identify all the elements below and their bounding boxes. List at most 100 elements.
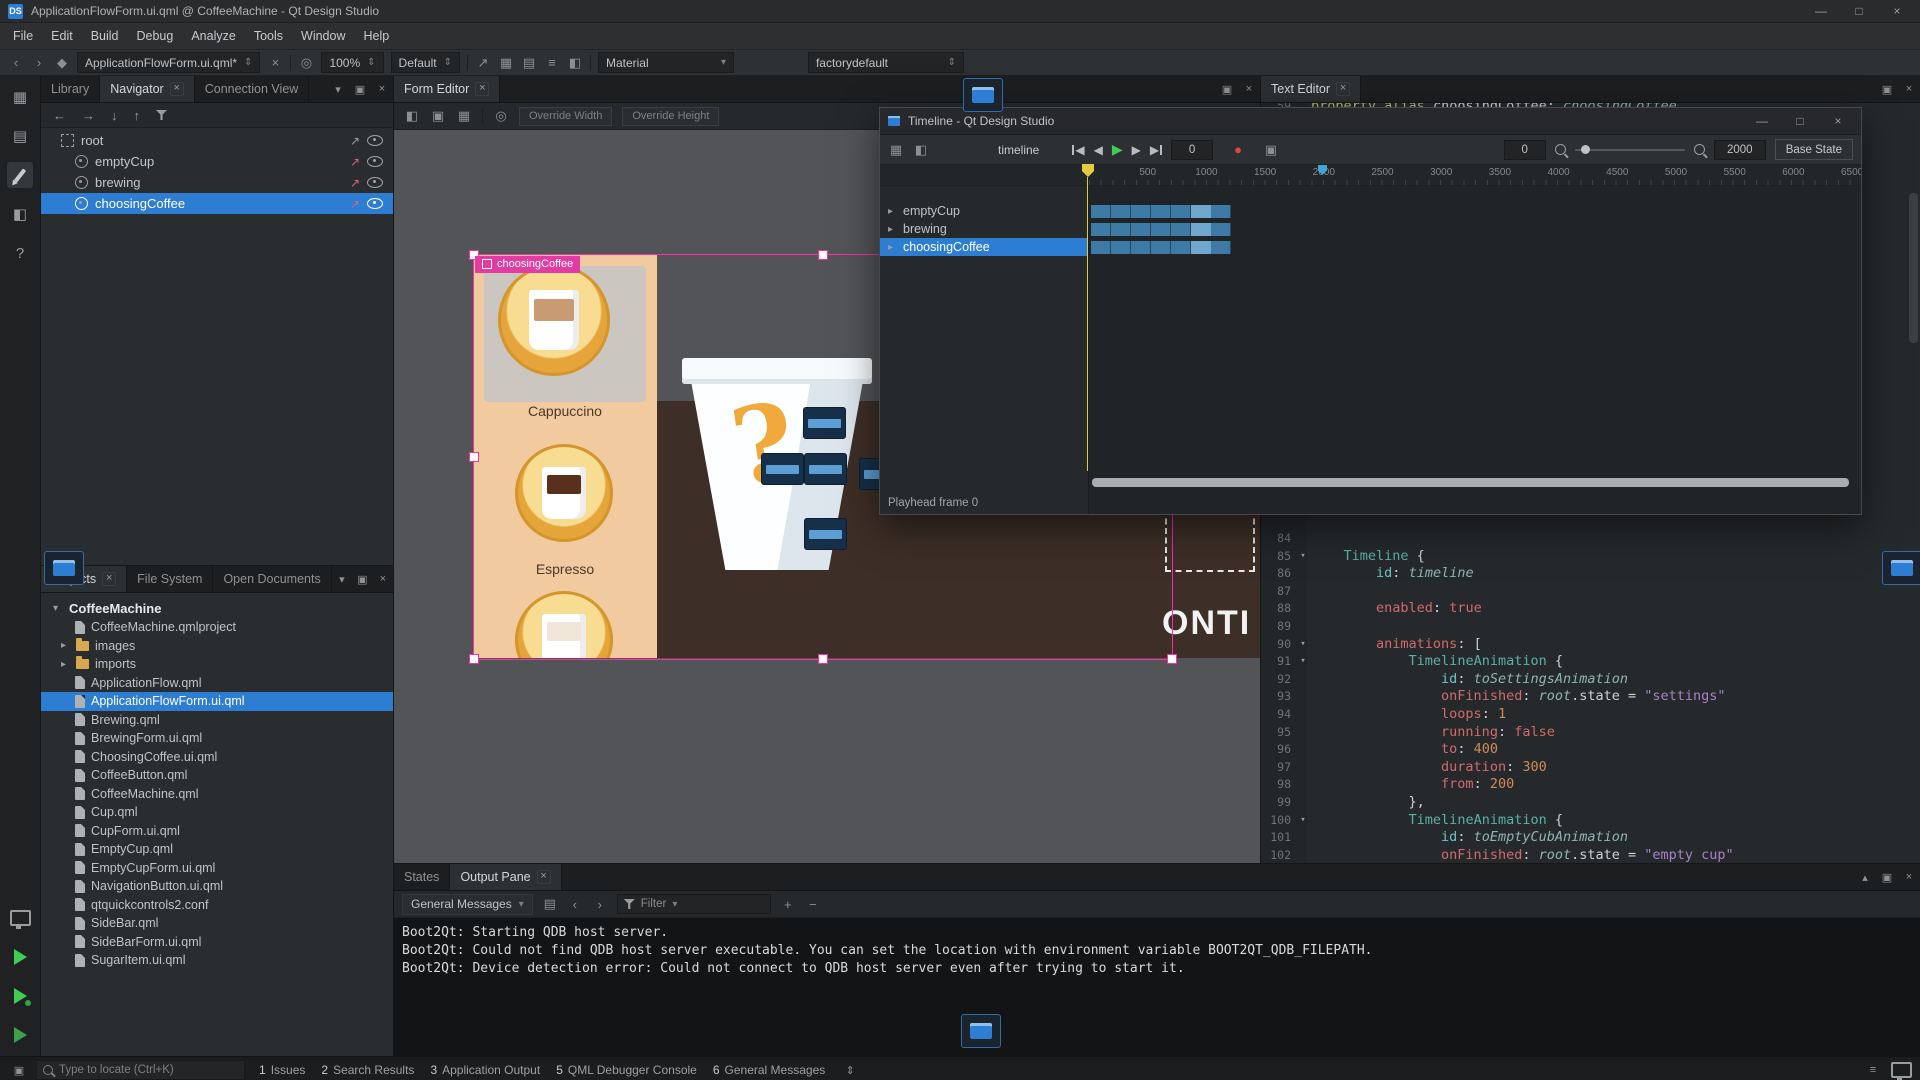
style-selector[interactable]: Default ⇕ <box>391 52 460 73</box>
clear-output-icon[interactable]: ▤ <box>542 896 558 912</box>
timeline-track-choosingcoffee[interactable]: ▸choosingCoffee <box>880 238 1088 256</box>
selection-handle[interactable] <box>818 654 828 664</box>
timeline-settings-icon[interactable]: ▦ <box>888 142 904 158</box>
navigator-tab-connection-view[interactable]: Connection View <box>195 76 310 102</box>
minimize-button[interactable]: — <box>1747 114 1777 128</box>
sort-icon[interactable]: ⇕ <box>839 1064 861 1077</box>
project-file-sugaritem-ui-qml[interactable]: SugarItem.ui.qml <box>41 951 393 970</box>
fold-marker-icon[interactable]: ▾ <box>1295 548 1311 566</box>
close-tab-icon[interactable]: × <box>537 870 551 884</box>
prev-item-icon[interactable]: ‹ <box>567 897 583 912</box>
material-selector[interactable]: Material ▾ <box>598 52 734 73</box>
menu-debug[interactable]: Debug <box>128 29 183 43</box>
close-tab-icon[interactable]: × <box>102 572 116 586</box>
code-line-94[interactable]: 94 loops: 1 <box>1261 706 1906 724</box>
code-line-98[interactable]: 98 from: 200 <box>1261 776 1906 794</box>
help-icon[interactable]: ? <box>7 240 33 266</box>
status-button-qml-debugger-console[interactable]: 5QML Debugger Console <box>548 1063 705 1077</box>
zoom-in-output-button[interactable]: + <box>780 897 796 912</box>
code-line-97[interactable]: 97 duration: 300 <box>1261 759 1906 777</box>
menu-build[interactable]: Build <box>82 29 128 43</box>
code-line-86[interactable]: 86 id: timeline <box>1261 565 1906 583</box>
status-button-issues[interactable]: 1Issues <box>251 1063 313 1077</box>
code-line-85[interactable]: 85▾ Timeline { <box>1261 548 1906 566</box>
project-file-images[interactable]: ▸images <box>41 637 393 656</box>
to-end-button[interactable]: ▶ <box>1150 143 1162 157</box>
navigator-item-root[interactable]: root↗ <box>41 130 393 151</box>
navigator-tab-library[interactable]: Library <box>41 76 100 102</box>
snap-icon[interactable]: ≡ <box>544 55 560 70</box>
navigator-item-emptycup[interactable]: emptyCup↗ <box>41 151 393 172</box>
code-line-95[interactable]: 95 running: false <box>1261 724 1906 742</box>
tools-icon[interactable]: ◧ <box>7 201 33 227</box>
loop-count-field[interactable]: 0 <box>1504 140 1546 160</box>
lines-icon[interactable]: ≡ <box>1862 1064 1884 1076</box>
timeline-lane-emptycup[interactable] <box>1089 202 1861 220</box>
zoom-in-icon[interactable] <box>1694 144 1705 155</box>
code-line-101[interactable]: 101 id: toEmptyCubAnimation <box>1261 829 1906 847</box>
selection-handle[interactable] <box>818 250 828 260</box>
project-file-emptycupform-ui-qml[interactable]: EmptyCupForm.ui.qml <box>41 859 393 878</box>
close-panel-icon[interactable]: × <box>1898 864 1920 890</box>
zoom-selector[interactable]: 100% ⇕ <box>321 52 383 73</box>
visibility-eye-icon[interactable] <box>367 177 383 188</box>
record-button[interactable]: ● <box>1234 142 1242 157</box>
visibility-eye-icon[interactable] <box>367 198 383 209</box>
caret-right-icon[interactable]: ▸ <box>61 640 70 651</box>
welcome-icon[interactable]: ▤ <box>7 123 33 149</box>
merge-icon[interactable]: ◧ <box>567 55 583 71</box>
project-file-sidebar-qml[interactable]: SideBar.qml <box>41 914 393 933</box>
zoom-out-icon[interactable] <box>1555 144 1566 155</box>
keyframe-bar[interactable] <box>1091 223 1231 236</box>
code-line-87[interactable]: 87 <box>1261 583 1906 601</box>
end-frame-field[interactable]: 2000 <box>1714 140 1766 160</box>
timeline-window[interactable]: Timeline - Qt Design Studio — □ × ▦ ◧ ti… <box>879 107 1862 515</box>
zoom-out-output-button[interactable]: − <box>805 897 821 912</box>
no-snapping-icon[interactable]: ◧ <box>404 108 420 124</box>
navigator-tab-navigator[interactable]: Navigator× <box>100 76 195 102</box>
project-file-applicationflowform-ui-qml[interactable]: ApplicationFlowForm.ui.qml <box>41 692 393 711</box>
bookmark-icon[interactable]: ◆ <box>54 55 70 71</box>
next-frame-button[interactable]: ▶ <box>1132 143 1141 157</box>
code-line-93[interactable]: 93 onFinished: root.state = "settings" <box>1261 688 1906 706</box>
fold-marker-icon[interactable]: ▾ <box>1295 636 1311 654</box>
project-file-coffeemachine-qml[interactable]: CoffeeMachine.qml <box>41 785 393 804</box>
keyframe-bar[interactable] <box>1091 205 1231 218</box>
code-line-92[interactable]: 92 id: toSettingsAnimation <box>1261 671 1906 689</box>
code-line-102[interactable]: 102 onFinished: root.state = "empty cup" <box>1261 847 1906 863</box>
timeline-lane-brewing[interactable] <box>1089 220 1861 238</box>
snap-margins-icon[interactable]: ▦ <box>456 108 472 124</box>
split-panel-icon[interactable]: ▣ <box>1876 864 1898 890</box>
code-line-91[interactable]: 91▾ TimelineAnimation { <box>1261 653 1906 671</box>
spinner-icon[interactable]: ⇕ <box>444 57 452 68</box>
export-toggle-icon[interactable]: ↗ <box>350 134 360 148</box>
override-height-field[interactable]: Override Height <box>622 107 719 126</box>
move-down-icon[interactable]: ↓ <box>111 108 118 123</box>
text-editor-tab-text-editor[interactable]: Text Editor× <box>1261 76 1361 102</box>
code-line-96[interactable]: 96 to: 400 <box>1261 741 1906 759</box>
status-button-general-messages[interactable]: 6General Messages <box>705 1063 833 1077</box>
close-panel-icon[interactable]: × <box>1238 76 1260 102</box>
locator-input[interactable]: Type to locate (Ctrl+K) <box>36 1060 245 1080</box>
output-tab-output-pane[interactable]: Output Pane× <box>450 864 561 890</box>
project-file-brewing-qml[interactable]: Brewing.qml <box>41 711 393 730</box>
close-button[interactable]: × <box>1882 4 1912 18</box>
to-start-button[interactable]: ◀ <box>1072 143 1084 157</box>
record-mode-icon[interactable]: ◎ <box>298 55 314 71</box>
caret-right-icon[interactable]: ▸ <box>888 242 897 253</box>
code-line-84[interactable]: 84 <box>1261 530 1906 548</box>
code-line-88[interactable]: 88 enabled: true <box>1261 600 1906 618</box>
code-line-90[interactable]: 90▾ animations: [ <box>1261 636 1906 654</box>
output-channel-selector[interactable]: General Messages ▾ <box>402 894 533 915</box>
code-line-100[interactable]: 100▾ TimelineAnimation { <box>1261 812 1906 830</box>
export-toggle-icon[interactable]: ↗ <box>350 155 360 169</box>
split-panel-icon[interactable]: ▣ <box>1216 76 1238 102</box>
visibility-eye-icon[interactable] <box>367 135 383 146</box>
code-line-99[interactable]: 99 }, <box>1261 794 1906 812</box>
curve-editor-icon[interactable]: ▣ <box>1263 142 1279 158</box>
menu-window[interactable]: Window <box>292 29 354 43</box>
selection-handle[interactable] <box>469 452 479 462</box>
output-console[interactable]: Boot2Qt: Starting QDB host server.Boot2Q… <box>394 918 1920 1056</box>
snap-anchors-icon[interactable]: ▣ <box>430 108 446 124</box>
export-toggle-icon[interactable]: ↗ <box>350 176 360 190</box>
